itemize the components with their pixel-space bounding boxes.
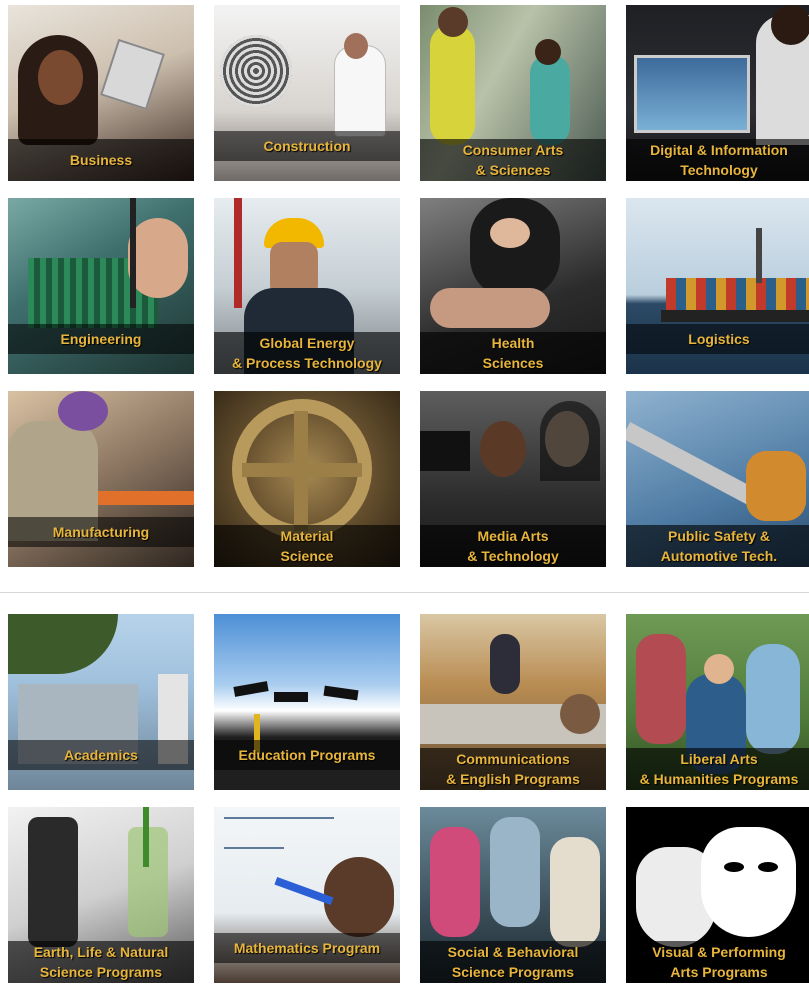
tile-caption: Liberal Arts & Humanities Programs [626,748,809,790]
tile-caption: Academics [8,740,194,770]
tile-caption-text: Digital & Information [650,142,788,158]
tile-caption: Digital & Information Technology [626,139,809,181]
tile-caption: Public Safety & Automotive Tech. [626,525,809,567]
tile-caption: Logistics [626,324,809,354]
tile-caption-text: & Humanities Programs [639,771,799,787]
tile-caption-text: Mathematics Program [233,940,381,956]
tile-communications[interactable]: Communications & English Programs [420,614,606,790]
tile-caption: Media Arts & Technology [420,525,606,567]
tile-caption-text: Science [280,548,334,564]
tile-manufacturing[interactable]: Manufacturing [8,391,194,567]
tile-business[interactable]: Business [8,5,194,181]
tile-caption: Business [8,139,194,181]
tile-caption-text: Education Programs [238,747,376,763]
tile-public-safety[interactable]: Public Safety & Automotive Tech. [626,391,809,567]
tile-material-science[interactable]: Material Science [214,391,400,567]
tile-caption-text: Consumer Arts [462,142,564,158]
tile-caption-text: Technology [680,162,758,178]
tile-caption-text: Health [491,335,535,351]
tile-caption-text: Science Programs [451,964,575,980]
tile-caption: Health Sciences [420,332,606,374]
tile-education[interactable]: Education Programs [214,614,400,790]
tile-mathematics[interactable]: Mathematics Program [214,807,400,983]
tile-caption-text: Sciences [482,355,544,371]
tile-caption: Engineering [8,324,194,354]
tile-caption-text: & Process Technology [232,355,382,371]
tile-caption-text: Construction [263,138,351,154]
tile-caption-text: Business [69,152,133,168]
tile-digital-technology[interactable]: Digital & Information Technology [626,5,809,181]
tile-caption-text: Social & Behavioral [447,944,579,960]
tile-caption: Social & Behavioral Science Programs [420,941,606,983]
tile-academics[interactable]: Academics [8,614,194,790]
tile-caption: Global Energy & Process Technology [214,332,400,374]
section-divider [0,592,809,593]
tile-caption-text: & English Programs [446,771,580,787]
tile-liberal-arts[interactable]: Liberal Arts & Humanities Programs [626,614,809,790]
tile-media-arts[interactable]: Media Arts & Technology [420,391,606,567]
tile-caption-text: Academics [64,747,138,763]
tile-caption: Manufacturing [8,517,194,547]
tile-caption: Mathematics Program [214,933,400,963]
tile-caption: Education Programs [214,740,400,770]
tile-caption: Visual & Performing Arts Programs [626,941,809,983]
tile-health-sciences[interactable]: Health Sciences [420,198,606,374]
tile-construction[interactable]: Construction [214,5,400,181]
tile-caption: Material Science [214,525,400,567]
tile-caption-text: & Sciences [475,162,551,178]
tile-caption-text: & Technology [467,548,559,564]
tile-caption-text: Engineering [60,331,142,347]
tile-caption-text: Automotive Tech. [660,548,778,564]
tile-caption: Communications & English Programs [420,748,606,790]
tile-caption: Construction [214,131,400,161]
tile-caption-text: Global Energy [259,335,355,351]
tile-caption-text: Communications [456,751,570,767]
tile-natural-science[interactable]: Earth, Life & Natural Science Programs [8,807,194,983]
tile-caption-text: Arts Programs [670,964,768,980]
tile-caption-text: Liberal Arts [680,751,758,767]
tile-caption: Consumer Arts & Sciences [420,139,606,181]
tile-caption-text: Logistics [688,331,750,347]
tile-caption-text: Material [280,528,334,544]
tile-engineering[interactable]: Engineering [8,198,194,374]
tile-caption-text: Public Safety & [668,528,770,544]
tile-caption-text: Earth, Life & Natural [33,944,169,960]
tile-caption-text: Media Arts [477,528,549,544]
tile-global-energy[interactable]: Global Energy & Process Technology [214,198,400,374]
tile-caption: Earth, Life & Natural Science Programs [8,941,194,983]
tile-performing-arts[interactable]: Visual & Performing Arts Programs [626,807,809,983]
tile-caption-text: Manufacturing [52,524,150,540]
tile-consumer-arts[interactable]: Consumer Arts & Sciences [420,5,606,181]
tile-caption-text: Science Programs [39,964,163,980]
tile-social-science[interactable]: Social & Behavioral Science Programs [420,807,606,983]
tile-logistics[interactable]: Logistics [626,198,809,374]
tile-caption-text: Visual & Performing [652,944,786,960]
